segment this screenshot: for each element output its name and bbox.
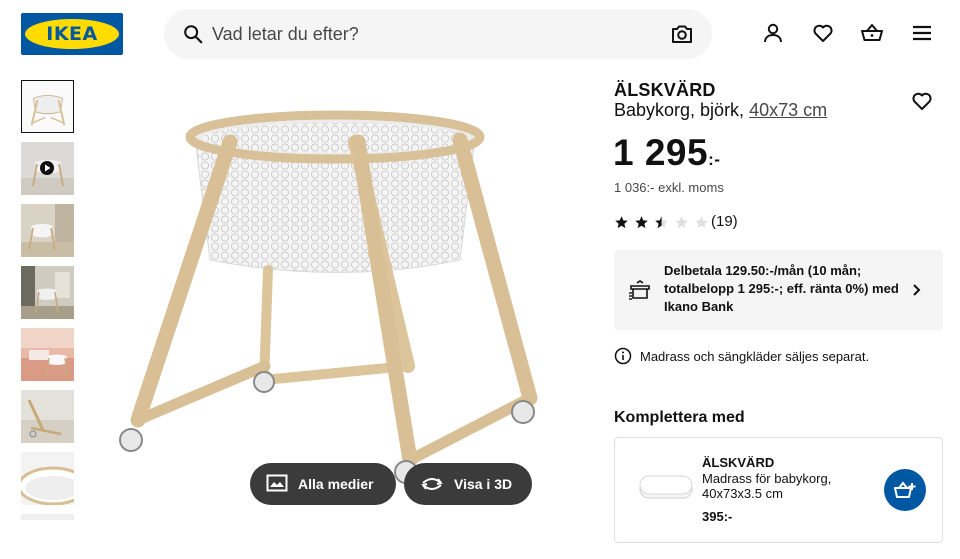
price-ex-vat: 1 036:- exkl. moms [614,180,724,195]
complement-price: 395:- [702,509,733,524]
thumbnail-6[interactable] [21,390,74,443]
basket-icon[interactable] [860,21,884,45]
thumbnail-4[interactable] [21,266,74,319]
price-suffix: :- [708,150,721,169]
rotate-3d-icon [421,478,443,490]
star-empty-icon [695,215,708,228]
review-count[interactable]: (19) [711,213,738,230]
view-3d-button[interactable]: Visa i 3D [404,463,532,505]
product-type: Babykorg, björk, [614,100,745,120]
price-main: 1 295 [613,132,709,173]
user-icon[interactable] [761,21,785,45]
rating-stars[interactable] [614,213,714,231]
all-media-label: Alla medier [298,476,374,492]
basket-add-icon [894,481,916,498]
thumbnail-3[interactable] [21,204,74,257]
heart-icon[interactable] [811,21,835,45]
thumbnail-7[interactable] [21,452,74,505]
payment-icon [629,280,650,300]
favourite-heart-icon[interactable] [910,89,934,113]
thumbnail-5[interactable] [21,328,74,381]
complement-name: ÄLSKVÄRD [702,455,775,470]
size-link[interactable]: 40x73 cm [749,100,827,120]
product-main-image [119,110,538,484]
search-icon [184,25,203,44]
financing-text: Delbetala 129.50:-/mån (10 mån; totalbel… [664,263,899,314]
add-to-cart-button[interactable] [884,469,926,511]
ikea-logo[interactable]: IKEA [21,13,123,55]
search-input[interactable] [212,9,662,59]
thumbnail-8-partial[interactable] [21,514,74,520]
star-full-icon [615,215,628,228]
info-icon [614,347,632,365]
menu-icon[interactable] [910,21,934,45]
complement-description: Madrass för babykorg, 40x73x3.5 cm [702,471,832,501]
chevron-right-icon [913,284,921,296]
product-name: ÄLSKVÄRD [614,80,716,100]
thumbnail-1[interactable] [21,80,74,133]
info-note-text: Madrass och sängkläder säljes separat. [640,348,870,364]
product-price: 1 295:- [613,132,720,174]
logo-text: IKEA [46,23,98,45]
star-empty-icon [675,215,688,228]
complement-card[interactable]: ÄLSKVÄRD Madrass för babykorg, 40x73x3.5… [614,437,943,543]
all-media-button[interactable]: Alla medier [250,463,396,505]
thumbnail-2-video[interactable] [21,142,74,195]
mattress-image [639,475,693,499]
view-3d-label: Visa i 3D [454,476,513,492]
info-note: Madrass och sängkläder säljes separat. [614,347,869,365]
search-bar[interactable] [164,9,712,59]
financing-banner[interactable]: Delbetala 129.50:-/mån (10 mån; totalbel… [614,250,943,330]
gallery-icon [266,474,288,492]
complement-heading: Komplettera med [614,409,745,426]
product-description: Babykorg, björk, 40x73 cm [614,100,827,121]
star-full-icon [635,215,648,228]
camera-icon[interactable] [670,22,694,46]
star-half-icon [655,215,668,228]
